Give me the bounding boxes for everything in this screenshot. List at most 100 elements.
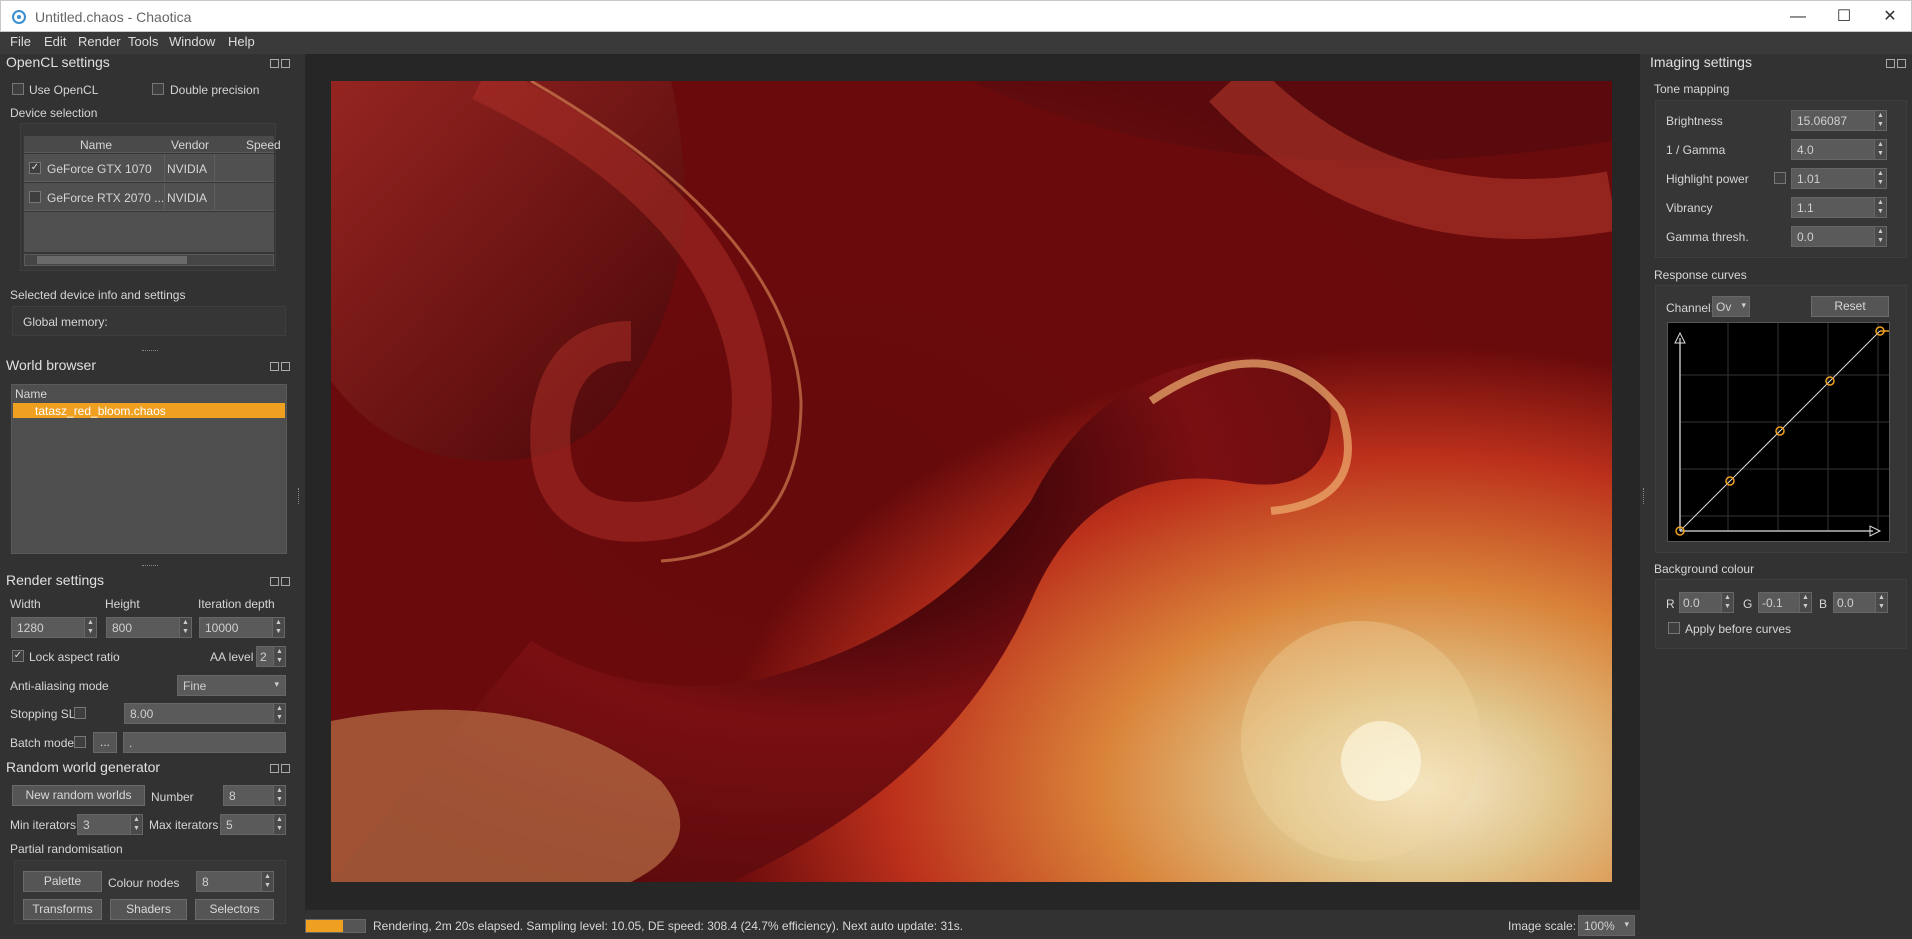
apply-before-curves-checkbox[interactable] [1668, 622, 1680, 634]
spin-arrows-icon[interactable]: ▲ ▼ [1799, 593, 1811, 612]
brightness-input[interactable]: 15.06087 ▲ ▼ [1791, 110, 1887, 131]
highlight-power-input[interactable]: 1.01 ▲ ▼ [1791, 168, 1887, 189]
gamma-thresh-label: Gamma thresh. [1666, 230, 1749, 244]
spin-arrows-icon[interactable]: ▲ ▼ [261, 872, 273, 891]
highlight-power-label: Highlight power [1666, 172, 1749, 186]
number-input[interactable]: 8 ▲ ▼ [223, 785, 286, 806]
spin-arrows-icon[interactable]: ▲ ▼ [273, 786, 285, 805]
random-generator-controls[interactable] [268, 761, 290, 773]
response-curve-editor[interactable] [1667, 322, 1890, 542]
iteration-depth-input[interactable]: 10000 ▲ ▼ [199, 617, 285, 638]
menu-window[interactable]: Window [169, 34, 215, 49]
min-iterators-input[interactable]: 3 ▲ ▼ [77, 814, 143, 835]
column-name[interactable]: Name [80, 138, 112, 152]
world-list-column[interactable]: Name [15, 387, 47, 401]
splitter-handle[interactable] [142, 565, 158, 567]
device-checkbox[interactable] [29, 191, 41, 203]
spin-arrows-icon[interactable]: ▲ ▼ [273, 704, 285, 723]
width-input[interactable]: 1280 ▲ ▼ [11, 617, 97, 638]
device-checkbox[interactable]: ✓ [29, 162, 41, 174]
column-speed[interactable]: Speed [246, 138, 281, 152]
palette-button[interactable]: Palette [23, 871, 102, 892]
spin-arrows-icon[interactable]: ▲ ▼ [273, 815, 285, 834]
lock-aspect-checkbox[interactable]: ✓ [12, 650, 24, 662]
float-icon[interactable] [270, 59, 279, 68]
device-row[interactable]: GeForce RTX 2070 ... NVIDIA [24, 183, 274, 211]
spin-arrows-icon[interactable]: ▲ ▼ [273, 647, 285, 666]
world-list-item[interactable]: tatasz_red_bloom.chaos [13, 403, 285, 418]
scrollbar-thumb[interactable] [37, 256, 187, 264]
channel-select[interactable]: Ov ▾ [1712, 296, 1750, 317]
close-icon[interactable] [281, 577, 290, 586]
spin-arrows-icon[interactable]: ▲ ▼ [1874, 169, 1886, 188]
gamma-input[interactable]: 4.0 ▲ ▼ [1791, 139, 1887, 160]
left-splitter-handle[interactable] [298, 488, 300, 504]
stopping-sl-checkbox[interactable] [74, 707, 86, 719]
vibrancy-input[interactable]: 1.1 ▲ ▼ [1791, 197, 1887, 218]
splitter-handle[interactable] [142, 350, 158, 352]
right-splitter-handle[interactable] [1643, 488, 1645, 504]
curve-graph[interactable] [1668, 323, 1889, 541]
close-icon[interactable] [281, 59, 290, 68]
new-random-worlds-button[interactable]: New random worlds [12, 785, 145, 806]
float-icon[interactable] [270, 764, 279, 773]
g-input[interactable]: -0.1 ▲ ▼ [1758, 592, 1812, 613]
imaging-settings-controls[interactable] [1884, 56, 1906, 68]
close-icon[interactable] [1897, 59, 1906, 68]
aa-mode-select[interactable]: Fine ▾ [177, 675, 286, 696]
batch-path-input[interactable]: . [123, 732, 286, 753]
float-icon[interactable] [1886, 59, 1895, 68]
transforms-button[interactable]: Transforms [23, 899, 102, 920]
stopping-sl-input[interactable]: 8.00 ▲ ▼ [124, 703, 286, 724]
batch-mode-checkbox[interactable] [74, 736, 86, 748]
use-opencl-checkbox[interactable] [12, 83, 24, 95]
render-progress-fill [306, 920, 343, 932]
shaders-button[interactable]: Shaders [110, 899, 187, 920]
world-browser-controls[interactable] [268, 359, 290, 371]
b-label: B [1819, 597, 1828, 611]
spin-arrows-icon[interactable]: ▲ ▼ [1874, 111, 1886, 130]
spin-arrows-icon[interactable]: ▲ ▼ [1874, 198, 1886, 217]
batch-browse-button[interactable]: ... [93, 732, 117, 753]
spin-arrows-icon[interactable]: ▲ ▼ [1874, 227, 1886, 246]
r-input[interactable]: 0.0 ▲ ▼ [1679, 592, 1734, 613]
spin-arrows-icon[interactable]: ▲ ▼ [130, 815, 142, 834]
horizontal-scrollbar[interactable] [24, 254, 274, 266]
close-icon[interactable] [281, 362, 290, 371]
menu-tools[interactable]: Tools [128, 34, 158, 49]
menu-edit[interactable]: Edit [44, 34, 66, 49]
menu-file[interactable]: File [10, 34, 31, 49]
lock-aspect-label: Lock aspect ratio [29, 650, 120, 664]
column-vendor[interactable]: Vendor [171, 138, 209, 152]
image-scale-select[interactable]: 100% ▾ [1578, 915, 1635, 936]
spin-arrows-icon[interactable]: ▲ ▼ [1875, 593, 1887, 612]
maximize-button[interactable]: ☐ [1821, 1, 1867, 32]
close-window-button[interactable]: ✕ [1867, 1, 1912, 32]
close-icon[interactable] [281, 764, 290, 773]
double-precision-checkbox[interactable] [152, 83, 164, 95]
menu-render[interactable]: Render [78, 34, 121, 49]
spin-arrows-icon[interactable]: ▲ ▼ [179, 618, 191, 637]
opencl-panel-controls[interactable] [268, 56, 290, 68]
height-input[interactable]: 800 ▲ ▼ [106, 617, 192, 638]
spin-arrows-icon[interactable]: ▲ ▼ [272, 618, 284, 637]
spin-arrows-icon[interactable]: ▲ ▼ [84, 618, 96, 637]
fractal-render-image[interactable] [331, 81, 1612, 882]
spin-arrows-icon[interactable]: ▲ ▼ [1874, 140, 1886, 159]
float-icon[interactable] [270, 577, 279, 586]
aa-level-input[interactable]: 2 ▲ ▼ [256, 646, 286, 667]
reset-curves-button[interactable]: Reset [1811, 296, 1889, 317]
spin-arrows-icon[interactable]: ▲ ▼ [1721, 593, 1733, 612]
device-row[interactable]: ✓ GeForce GTX 1070 NVIDIA [24, 154, 274, 182]
b-input[interactable]: 0.0 ▲ ▼ [1833, 592, 1888, 613]
render-settings-controls[interactable] [268, 574, 290, 586]
selectors-button[interactable]: Selectors [195, 899, 274, 920]
float-icon[interactable] [270, 362, 279, 371]
gamma-thresh-input[interactable]: 0.0 ▲ ▼ [1791, 226, 1887, 247]
menu-help[interactable]: Help [228, 34, 255, 49]
max-iterators-input[interactable]: 5 ▲ ▼ [220, 814, 286, 835]
highlight-power-checkbox[interactable] [1774, 172, 1786, 184]
image-scale-label: Image scale: [1508, 919, 1577, 933]
colour-nodes-input[interactable]: 8 ▲ ▼ [196, 871, 274, 892]
minimize-button[interactable]: — [1775, 1, 1821, 32]
